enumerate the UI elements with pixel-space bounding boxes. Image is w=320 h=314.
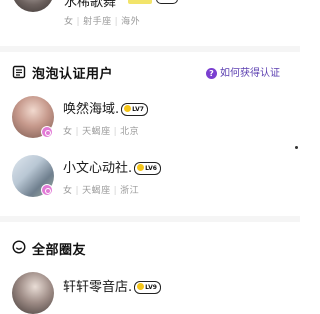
level-icon [124,105,132,112]
verified-badge-icon [41,184,53,196]
user-name[interactable]: 唤然海域. LV7 [63,98,148,117]
smile-icon [12,239,26,254]
global-section-title: 全部圈友 [32,243,87,258]
section-divider [0,216,300,222]
user-name[interactable]: 小文心动社. LV6 [63,157,161,176]
user-meta: 女 | 天蝎座 | 北京 [63,127,140,137]
user-region: 浙江 [120,186,140,196]
avatar[interactable] [12,272,54,314]
user-region: 海外 [121,17,141,27]
verified-section-icon [12,64,26,79]
user-meta: 女 | 射手座 | 海外 [64,17,141,27]
level-badge: LV7 [121,103,148,116]
user-name-text: 轩轩零音店. [63,280,133,295]
section-divider [0,46,300,52]
user-region: 北京 [120,127,140,137]
user-gender: 女 [63,186,73,196]
level-text: LV7 [132,106,144,113]
level-badge: LV9 [134,281,161,294]
user-name[interactable]: 轩轩零音店. LV9 [63,276,161,295]
user-zodiac: 天蝎座 [82,186,111,196]
user-meta: 女 | 天蝎座 | 浙江 [63,186,140,196]
user-zodiac: 天蝎座 [82,127,111,137]
verified-section-title: 泡泡认证用户 [32,67,114,82]
user-name-text: 小文心动社. [63,161,133,176]
verified-badge-icon [41,126,53,138]
question-icon: ? [206,67,217,79]
scroll-indicator [295,146,298,149]
user-gender: 女 [64,17,74,27]
level-text: LV6 [145,165,157,172]
how-to-verify-label: 如何获得认证 [220,68,280,79]
user-zodiac: 射手座 [83,17,112,27]
level-icon [137,283,145,290]
level-icon [137,164,145,171]
how-to-verify-link[interactable]: ? 如何获得认证 [206,64,280,79]
user-name[interactable]: 水稀歌舞 [64,0,116,10]
level-badge [156,0,178,4]
user-badge-tag [128,0,152,4]
user-gender: 女 [63,127,73,137]
level-badge: LV6 [134,162,161,175]
avatar[interactable] [12,0,54,12]
user-name-text: 唤然海域. [63,102,120,117]
level-text: LV9 [145,284,157,291]
